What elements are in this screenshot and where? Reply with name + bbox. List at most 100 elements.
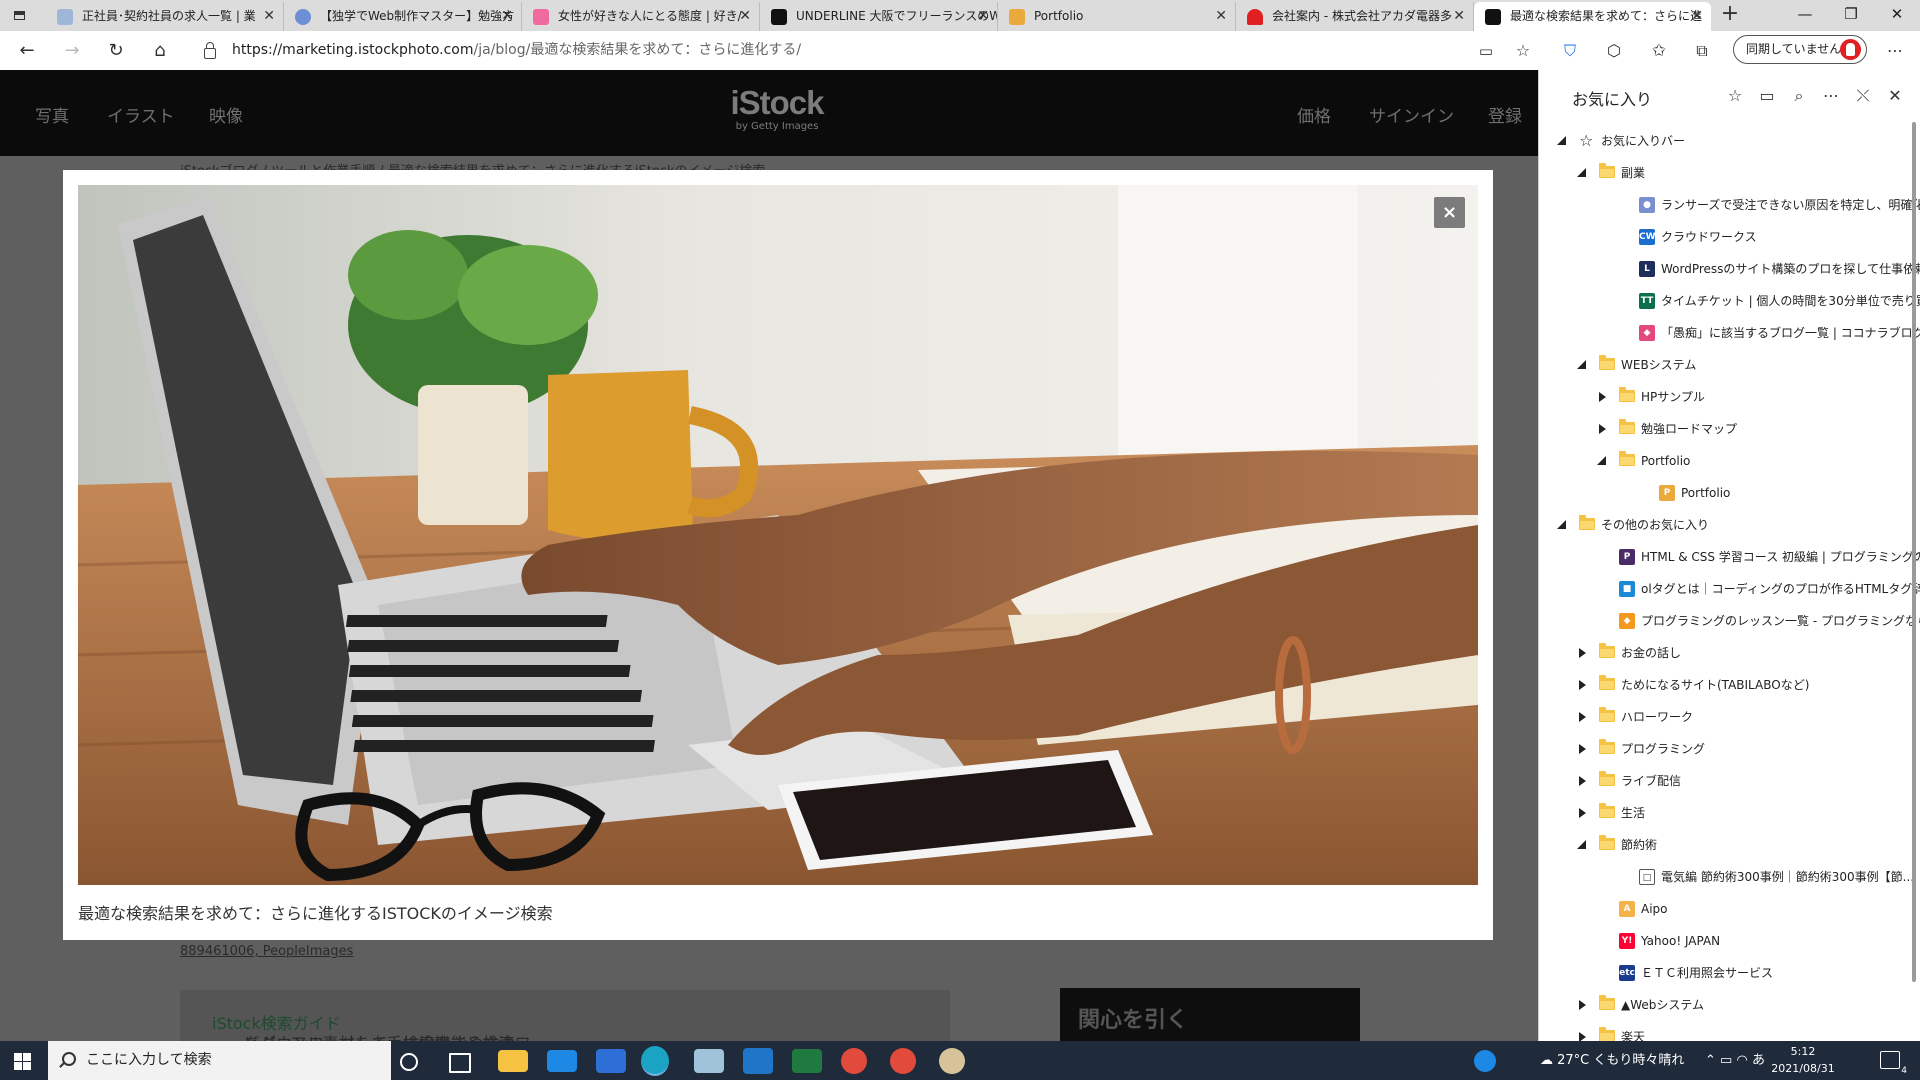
profile-sync-button[interactable]: 同期していません <box>1733 35 1867 64</box>
expand-arrow-icon[interactable] <box>1579 712 1586 722</box>
chrome-icon[interactable] <box>841 1048 867 1074</box>
refresh-icon[interactable]: ↻ <box>103 38 129 64</box>
notification-icon[interactable]: 4 <box>1880 1051 1907 1076</box>
address-bar[interactable]: https://marketing.istockphoto.com/ja/blo… <box>190 36 1515 65</box>
expand-arrow-icon[interactable] <box>1579 776 1586 786</box>
favorite-folder[interactable]: 楽天 <box>1539 1022 1920 1041</box>
collapse-arrow-icon[interactable] <box>1577 840 1586 849</box>
shield-icon[interactable]: ⛉ <box>1557 38 1583 64</box>
tab-1[interactable]: 正社員･契約社員の求人一覧 | 業 ✕ <box>46 2 284 31</box>
collapse-arrow-icon[interactable] <box>1597 456 1606 465</box>
nav-photos[interactable]: 写真 <box>35 102 69 127</box>
minimize-button[interactable]: — <box>1782 0 1828 31</box>
reader-view-icon[interactable]: ▭ <box>1473 38 1499 64</box>
expand-arrow-icon[interactable] <box>1579 744 1586 754</box>
add-favorite-icon[interactable]: ☆ <box>1510 38 1536 64</box>
favorite-link[interactable]: ◆ プログラミングのレッスン一覧 - プログラミングならドットイ... <box>1539 606 1920 636</box>
expand-arrow-icon[interactable] <box>1579 648 1586 658</box>
collapse-arrow-icon[interactable] <box>1557 520 1566 529</box>
chevron-up-icon[interactable]: ⌃ <box>1705 1053 1716 1068</box>
favorites-scrollbar[interactable] <box>1912 122 1918 1032</box>
more-icon[interactable]: ⋯ <box>1820 85 1842 107</box>
notepad-icon[interactable] <box>694 1049 724 1073</box>
tab-6[interactable]: 会社案内 - 株式会社アカダ電器多 ✕ <box>1236 2 1474 31</box>
tab-7-active[interactable]: 最適な検索結果を求めて：さらに進 ✕ <box>1474 2 1711 31</box>
favorite-folder[interactable]: ライブ配信 <box>1539 766 1920 796</box>
home-icon[interactable]: ⌂ <box>147 38 173 64</box>
close-tab-icon[interactable]: ✕ <box>263 2 275 31</box>
wifi-icon[interactable]: ◠ <box>1736 1053 1747 1068</box>
expand-arrow-icon[interactable] <box>1579 808 1586 818</box>
chrome-icon-2[interactable] <box>890 1048 916 1074</box>
collapse-arrow-icon[interactable] <box>1577 360 1586 369</box>
favorite-link[interactable]: Y! Yahoo! JAPAN <box>1539 926 1920 956</box>
istock-logo[interactable]: iStock by Getty Images <box>722 84 832 132</box>
favorite-folder[interactable]: WEBシステム <box>1539 350 1920 380</box>
favorite-folder[interactable]: その他のお気に入り <box>1539 510 1920 540</box>
new-tab-button[interactable]: + <box>1717 2 1743 28</box>
collapse-arrow-icon[interactable] <box>1557 136 1566 145</box>
close-tab-icon[interactable]: ✕ <box>977 2 989 31</box>
tab-2[interactable]: 【独学でWeb制作マスター】勉強方 ✕ <box>284 2 522 31</box>
favorite-link[interactable]: L WordPressのサイト構築のプロを探して仕事依頼 |... <box>1539 254 1920 284</box>
expand-arrow-icon[interactable] <box>1579 1032 1586 1041</box>
favorite-link[interactable]: ● ランサーズで受注できない原因を特定し、明確化 & ... <box>1539 190 1920 220</box>
favorite-folder[interactable]: ハローワーク <box>1539 702 1920 732</box>
tray-icons[interactable]: ⌃ ▭ ◠ あ <box>1705 1041 1765 1080</box>
nav-videos[interactable]: 映像 <box>209 102 243 127</box>
ime-icon[interactable]: あ <box>1752 1053 1765 1068</box>
tab-3[interactable]: 女性が好きな人にとる態度 | 好き/ ✕ <box>522 2 760 31</box>
tab-4[interactable]: UNDERLINE 大阪でフリーランスのW ✕ <box>760 2 998 31</box>
favorites-icon[interactable]: ✩ <box>1646 38 1672 64</box>
expand-arrow-icon[interactable] <box>1579 1000 1586 1010</box>
favorite-link[interactable]: TT タイムチケット | 個人の時間を30分単位で売り買い <box>1539 286 1920 316</box>
close-tab-icon[interactable]: ✕ <box>1215 2 1227 31</box>
add-favorite-icon[interactable]: ☆ <box>1724 85 1746 107</box>
favorite-folder[interactable]: 節約術 <box>1539 830 1920 860</box>
task-view-icon[interactable] <box>449 1053 471 1073</box>
nav-signin[interactable]: サインイン <box>1369 102 1454 127</box>
favorite-link[interactable]: ■ olタグとは｜コーディングのプロが作るHTMLタグ辞典 <box>1539 574 1920 604</box>
expand-arrow-icon[interactable] <box>1599 392 1606 402</box>
tab-actions-icon[interactable] <box>10 6 30 26</box>
favorite-folder[interactable]: 副業 <box>1539 158 1920 188</box>
edge-icon[interactable] <box>641 1046 669 1076</box>
favorite-folder[interactable]: ためになるサイト(TABILABOなど) <box>1539 670 1920 700</box>
nav-pricing[interactable]: 価格 <box>1297 102 1331 127</box>
settings-more-icon[interactable]: ⋯ <box>1882 38 1908 64</box>
expand-arrow-icon[interactable] <box>1579 680 1586 690</box>
image-credit-link[interactable]: 889461006, PeopleImages <box>180 944 353 959</box>
cortana-icon[interactable] <box>400 1053 418 1071</box>
expand-arrow-icon[interactable] <box>1599 424 1606 434</box>
add-folder-icon[interactable]: ▭ <box>1756 85 1778 107</box>
favorite-folder[interactable]: 生活 <box>1539 798 1920 828</box>
tab-5[interactable]: Portfolio ✕ <box>998 2 1236 31</box>
close-tab-icon[interactable]: ✕ <box>739 2 751 31</box>
extensions-icon[interactable]: ⬡ <box>1601 38 1627 64</box>
search-icon[interactable]: ⌕ <box>1788 85 1810 107</box>
help-icon[interactable] <box>1474 1050 1496 1072</box>
maximize-button[interactable]: ❐ <box>1828 0 1874 31</box>
favorite-folder[interactable]: プログラミング <box>1539 734 1920 764</box>
favorite-link[interactable]: CW クラウドワークス <box>1539 222 1920 252</box>
favorite-folder[interactable]: 勉強ロードマップ <box>1539 414 1920 444</box>
start-button[interactable] <box>0 1041 46 1080</box>
favorite-folder[interactable]: Portfolio <box>1539 446 1920 476</box>
paint-icon[interactable] <box>939 1048 965 1074</box>
store-icon[interactable] <box>596 1049 626 1073</box>
mail-icon[interactable] <box>547 1050 577 1072</box>
favorite-folder[interactable]: ▲Webシステム <box>1539 990 1920 1020</box>
close-tab-icon[interactable]: ✕ <box>1453 2 1465 31</box>
close-window-button[interactable]: ✕ <box>1874 0 1920 31</box>
favorite-folder[interactable]: ☆ お気に入りバー <box>1539 126 1920 156</box>
collapse-arrow-icon[interactable] <box>1577 168 1586 177</box>
favorite-folder[interactable]: お金の話し <box>1539 638 1920 668</box>
taskbar-search[interactable]: ここに入力して検索 <box>48 1041 391 1080</box>
collections-icon[interactable]: ⧉ <box>1689 38 1715 64</box>
forward-icon[interactable]: → <box>59 38 85 64</box>
favorite-link[interactable]: P Portfolio <box>1539 478 1920 508</box>
close-lightbox-button[interactable]: × <box>1434 197 1465 228</box>
favorite-folder[interactable]: HPサンプル <box>1539 382 1920 412</box>
back-icon[interactable]: ← <box>14 38 40 64</box>
ad-banner[interactable]: 関心を引く <box>1060 988 1360 1041</box>
